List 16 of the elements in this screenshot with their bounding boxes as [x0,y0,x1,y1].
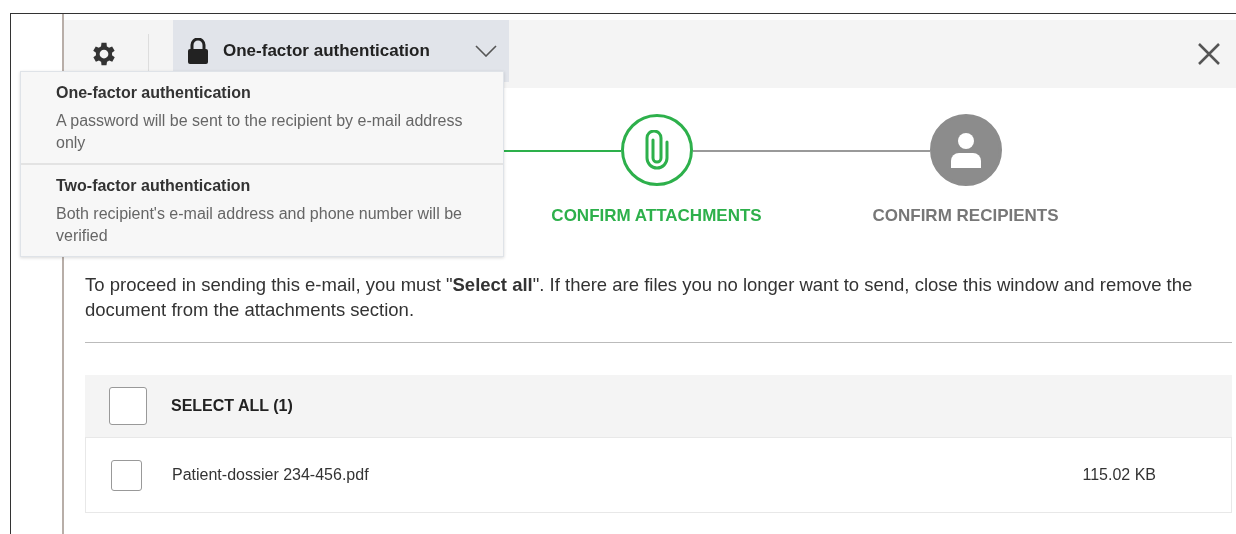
select-all-label: SELECT ALL (1) [171,397,293,415]
paperclip-icon [643,130,670,170]
file-size: 115.02 KB [1082,466,1156,484]
instruction-text: To proceed in sending this e-mail, you must "Select all". If there are files you no longer want to send, close this window and remove the document from the attachments section. [85,273,1194,322]
close-button[interactable] [1198,43,1220,65]
step-label: CONFIRM ATTACHMENTS [551,206,762,226]
chevron-down-icon [475,45,497,57]
select-all-checkbox[interactable] [109,387,147,425]
step-label: CONFIRM RECIPIENTS [872,206,1059,226]
menu-item[interactable]: One-factor authentication A password will be sent to the recipient by e-mail address only [21,72,503,166]
menu-item[interactable]: Two-factor authentication Both recipient's e-mail address and phone number will be verified [21,165,503,257]
file-checkbox[interactable] [111,459,142,491]
file-name: Patient-dossier 234-456.pdf [172,466,370,484]
lock-icon [187,38,209,64]
person-icon [948,132,983,168]
close-icon [1198,43,1220,65]
